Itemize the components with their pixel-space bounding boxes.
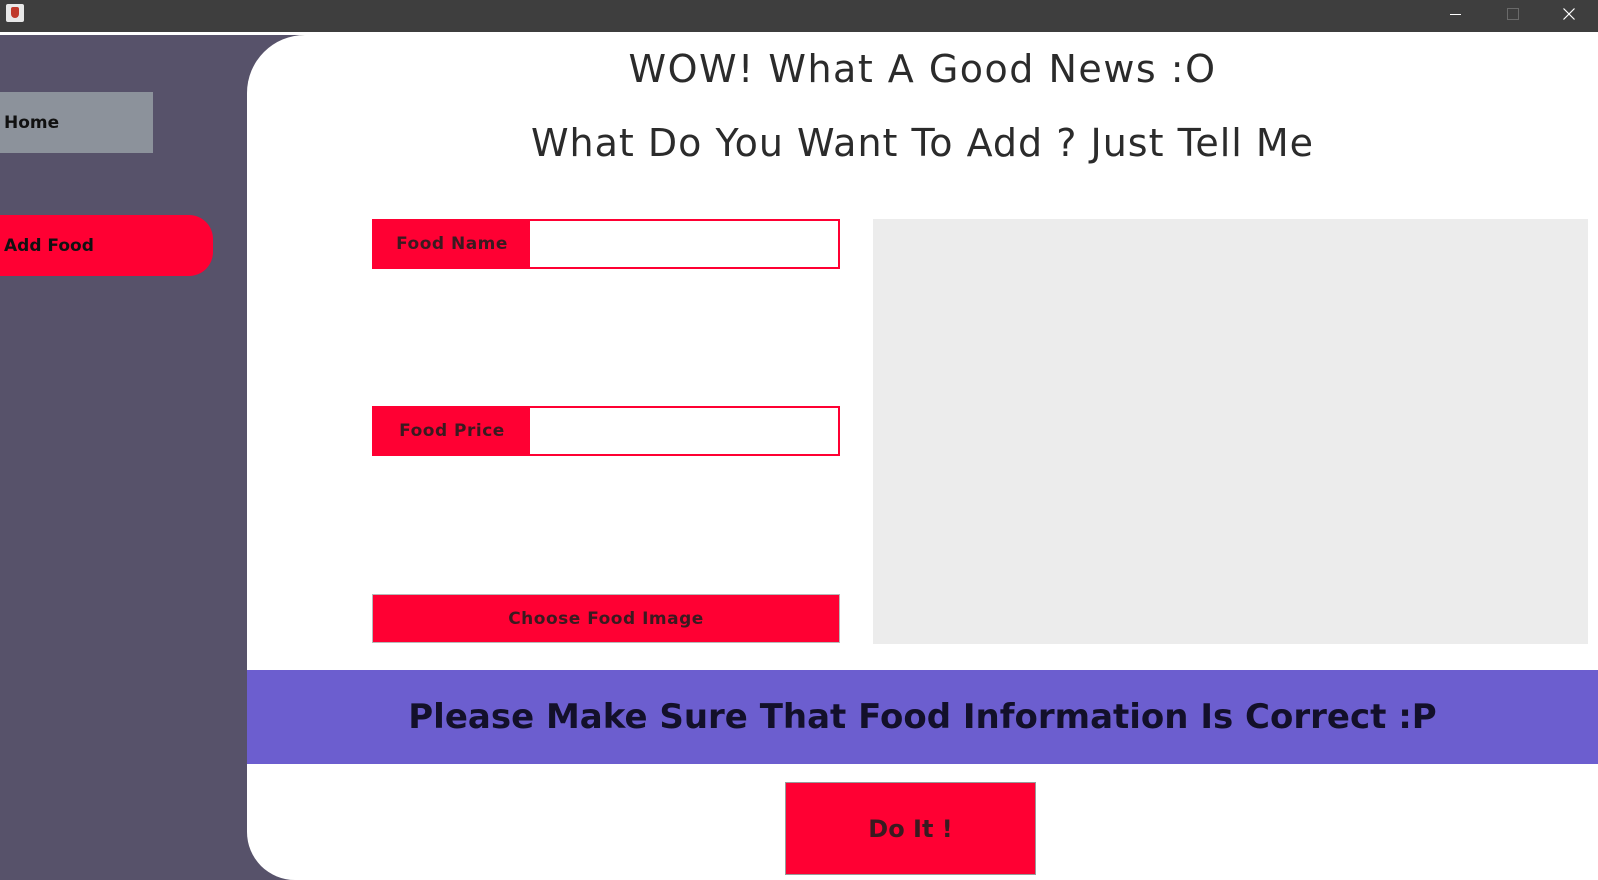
sidebar-item-home[interactable]: Home	[0, 92, 153, 153]
page-subtitle: What Do You Want To Add ? Just Tell Me	[530, 121, 1315, 165]
food-price-label: Food Price	[374, 408, 530, 454]
food-name-input[interactable]	[530, 221, 838, 267]
main-panel: WOW! What A Good News :O What Do You Wan…	[247, 35, 1598, 880]
food-name-field: Food Name	[372, 219, 840, 269]
food-price-field: Food Price	[372, 406, 840, 456]
sidebar-item-label: Home	[4, 112, 60, 133]
sidebar-item-add-food[interactable]: Add Food	[0, 215, 213, 276]
food-price-input[interactable]	[530, 408, 838, 454]
maximize-icon[interactable]	[1490, 0, 1536, 28]
choose-food-image-button[interactable]: Choose Food Image	[372, 594, 840, 643]
title-bar	[0, 0, 1598, 32]
page-title: WOW! What A Good News :O	[628, 47, 1217, 91]
java-cup-icon	[6, 4, 24, 22]
food-image-preview	[873, 219, 1588, 644]
close-icon[interactable]	[1546, 0, 1592, 28]
food-name-label: Food Name	[374, 221, 530, 267]
confirmation-banner: Please Make Sure That Food Information I…	[247, 670, 1598, 764]
sidebar-item-label: Add Food	[4, 235, 94, 256]
minimize-icon[interactable]	[1432, 0, 1478, 28]
submit-button[interactable]: Do It !	[785, 782, 1036, 875]
